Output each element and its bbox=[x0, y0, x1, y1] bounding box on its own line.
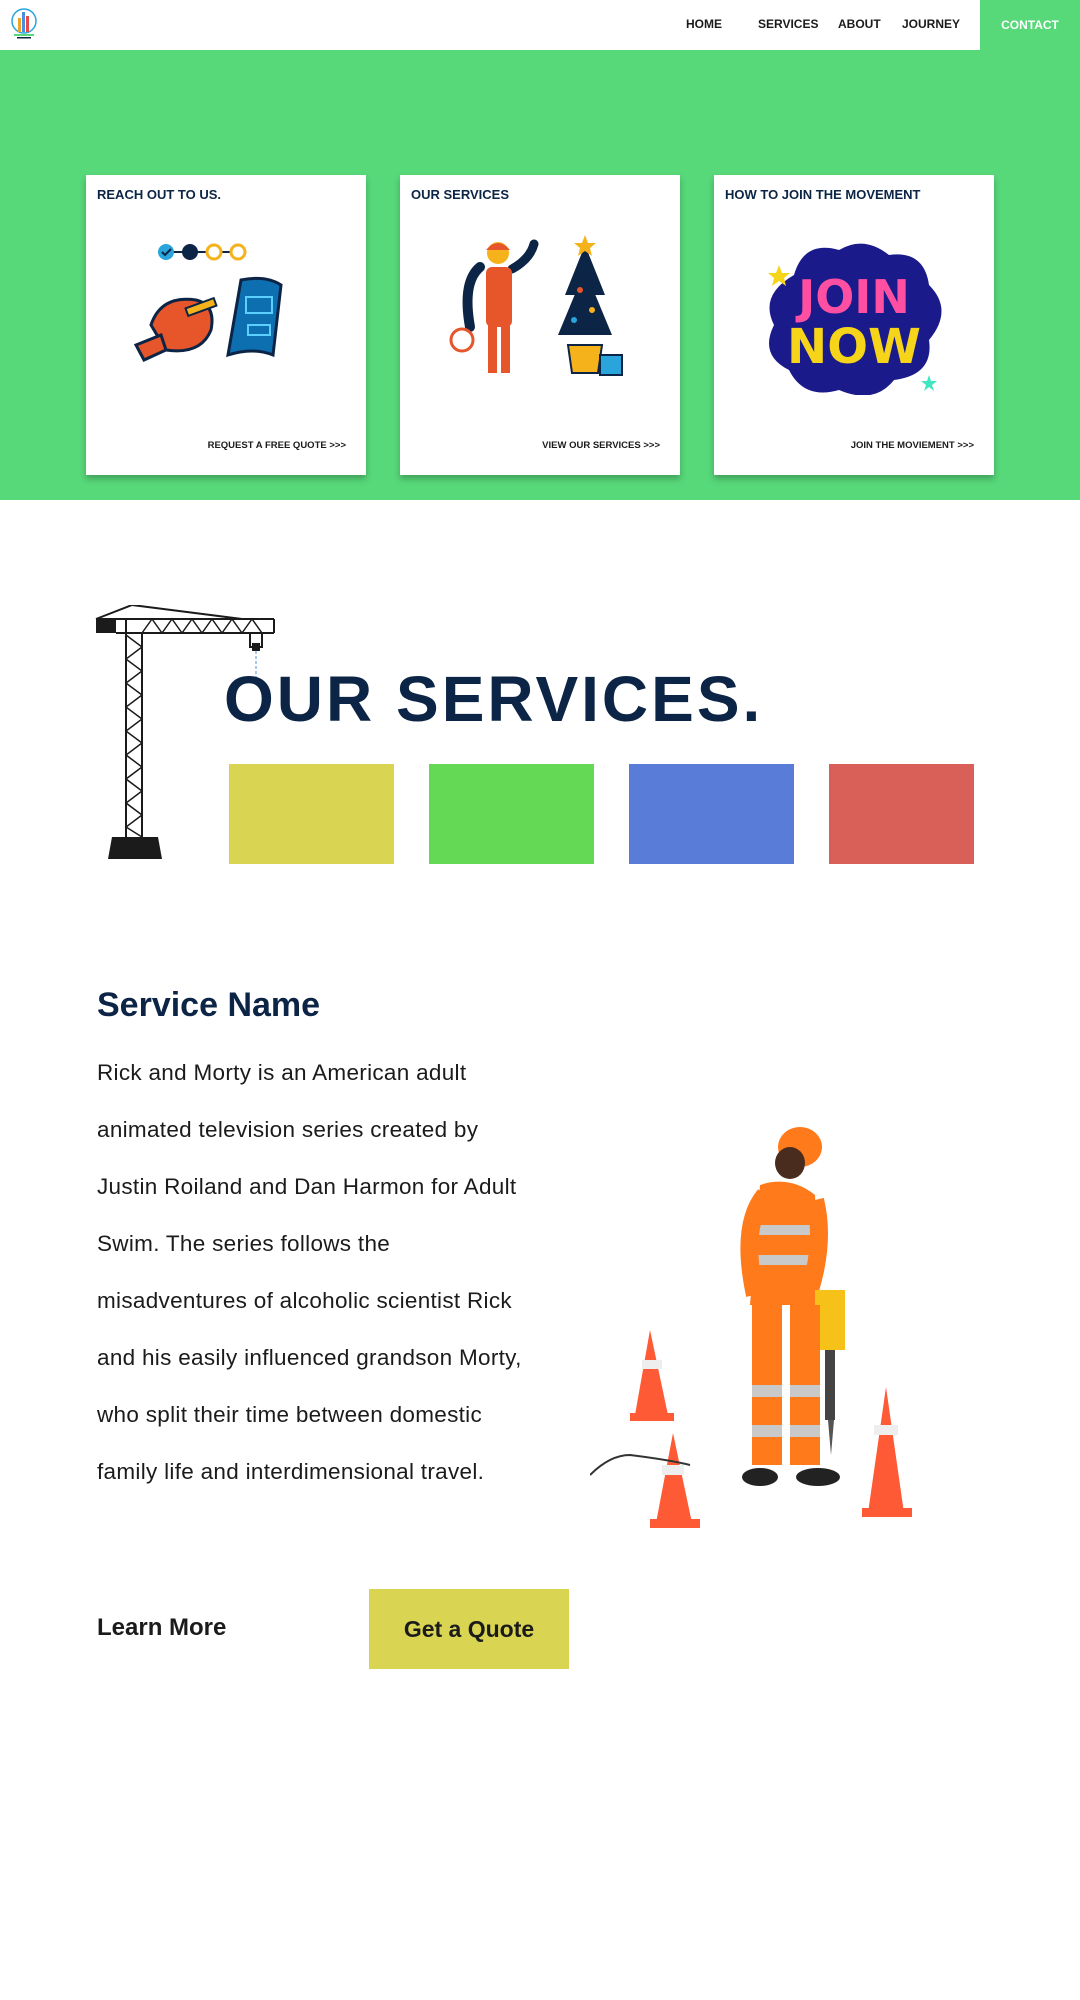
svg-text:NOW: NOW bbox=[787, 319, 921, 375]
handyman-illustration-icon bbox=[449, 235, 623, 376]
view-services-link[interactable]: VIEW OUR SERVICES >>> bbox=[542, 440, 660, 451]
card-title: REACH OUT TO US. bbox=[97, 187, 221, 202]
service-swatch-blue[interactable] bbox=[629, 764, 794, 864]
get-quote-button[interactable]: Get a Quote bbox=[369, 1589, 569, 1669]
service-name-heading: Service Name bbox=[97, 986, 321, 1024]
service-description: Rick and Morty is an American adult anim… bbox=[97, 1060, 522, 1484]
services-heading: OUR SERVICES. bbox=[224, 663, 764, 735]
nav-about-link[interactable]: ABOUT bbox=[838, 17, 881, 31]
nav-contact-button[interactable]: CONTACT bbox=[980, 0, 1080, 50]
card-title: HOW TO JOIN THE MOVEMENT bbox=[725, 187, 921, 202]
top-navbar: HOME SERVICES ABOUT JOURNEY CONTACT bbox=[0, 0, 1080, 50]
construction-worker-photo bbox=[590, 1127, 912, 1528]
hero-section: REACH OUT TO US. REQUEST A FREE QUOTE >>… bbox=[0, 50, 1080, 500]
join-now-illustration-icon: JOIN NOW bbox=[768, 243, 942, 395]
join-movement-card[interactable]: HOW TO JOIN THE MOVEMENT JOIN NOW JOIN T… bbox=[714, 175, 994, 475]
service-swatch-green[interactable] bbox=[429, 764, 594, 864]
join-movement-link[interactable]: JOIN THE MOVIEMENT >>> bbox=[851, 440, 974, 451]
nav-services-link[interactable]: SERVICES bbox=[758, 17, 818, 31]
nav-journey-link[interactable]: JOURNEY bbox=[902, 17, 960, 31]
learn-more-link[interactable]: Learn More bbox=[97, 1614, 226, 1642]
nav-home-link[interactable]: HOME bbox=[686, 17, 722, 31]
our-services-card[interactable]: OUR SERVICES VIEW OUR SERVICES >>> bbox=[400, 175, 680, 475]
company-logo-icon[interactable] bbox=[8, 6, 40, 42]
request-quote-link[interactable]: REQUEST A FREE QUOTE >>> bbox=[208, 440, 346, 451]
reach-out-card[interactable]: REACH OUT TO US. REQUEST A FREE QUOTE >>… bbox=[86, 175, 366, 475]
service-swatch-red[interactable] bbox=[829, 764, 974, 864]
card-title: OUR SERVICES bbox=[411, 187, 510, 202]
quote-request-illustration-icon bbox=[133, 243, 283, 362]
svg-text:JOIN: JOIN bbox=[795, 270, 910, 324]
service-swatch-yellow[interactable] bbox=[229, 764, 394, 864]
